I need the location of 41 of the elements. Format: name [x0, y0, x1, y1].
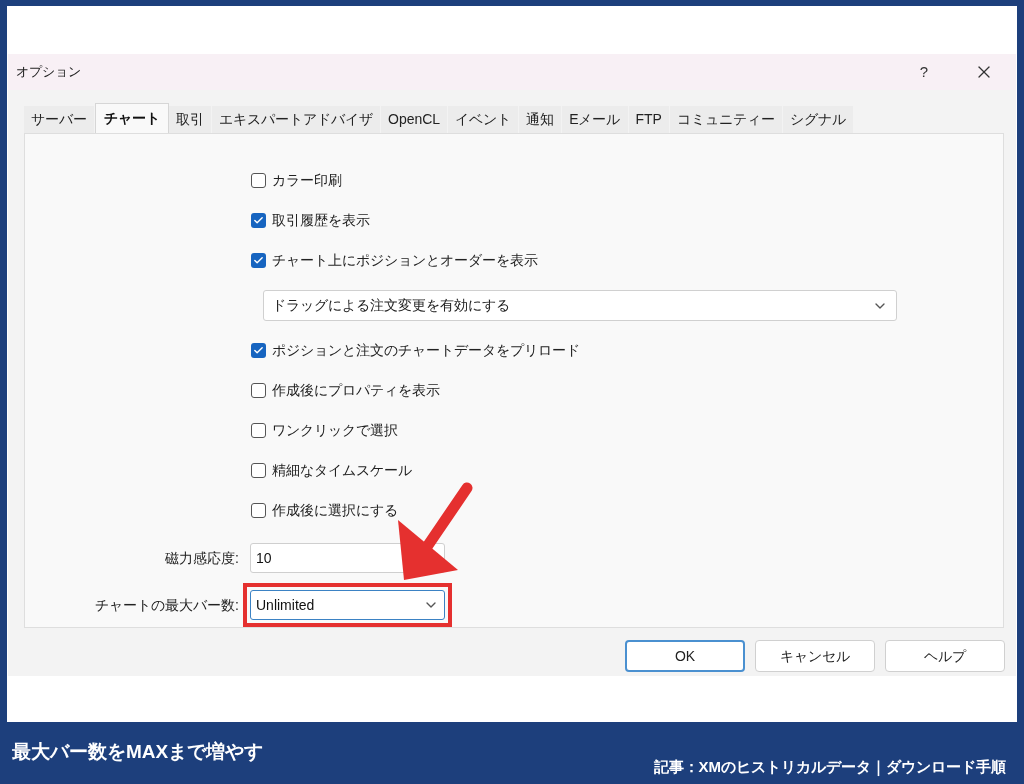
check-icon: [253, 215, 264, 226]
dialog-button[interactable]: キャンセル: [755, 640, 875, 672]
check-icon: [253, 255, 264, 266]
checkbox-label: チャート上にポジションとオーダーを表示: [272, 251, 538, 270]
checkbox-label: 作成後に選択にする: [272, 501, 398, 520]
checkbox-label: ワンクリックで選択: [272, 421, 398, 440]
tab[interactable]: 取引: [169, 106, 211, 133]
checkbox[interactable]: [251, 173, 266, 188]
field-label: チャートの最大バー数:: [94, 595, 239, 615]
tab[interactable]: サーバー: [24, 106, 94, 133]
tab[interactable]: FTP: [628, 106, 669, 133]
field-label: 磁力感応度:: [164, 548, 239, 568]
checkbox-label: カラー印刷: [272, 171, 342, 190]
checkbox-label: 作成後にプロパティを表示: [272, 381, 440, 400]
max-bars-select[interactable]: Unlimited: [250, 590, 445, 620]
checkbox[interactable]: [251, 383, 266, 398]
tab[interactable]: イベント: [448, 106, 519, 133]
checkbox[interactable]: [251, 463, 266, 478]
help-button[interactable]: ?: [904, 57, 944, 87]
article-source: 記事：XMのヒストリカルデータ｜ダウンロード手順: [653, 757, 1006, 778]
tab[interactable]: コミュニティー: [669, 106, 782, 133]
checkbox[interactable]: [251, 343, 266, 358]
checkbox[interactable]: [251, 253, 266, 268]
order-drag-dropdown[interactable]: ドラッグによる注文変更を有効にする: [263, 290, 897, 321]
checkbox-label: 精細なタイムスケール: [272, 461, 412, 480]
dialog-button[interactable]: OK: [625, 640, 745, 672]
tab[interactable]: 通知: [519, 106, 562, 133]
checkbox[interactable]: [251, 213, 266, 228]
checkbox-label: ポジションと注文のチャートデータをプリロード: [272, 341, 580, 360]
tab[interactable]: エキスパートアドバイザ: [212, 106, 380, 133]
tab[interactable]: チャート: [95, 103, 169, 133]
check-icon: [253, 345, 264, 356]
tab[interactable]: OpenCL: [381, 106, 448, 133]
checkbox[interactable]: [251, 503, 266, 518]
tab[interactable]: Eメール: [562, 106, 628, 133]
tab[interactable]: シグナル: [782, 106, 853, 133]
dialog-button[interactable]: ヘルプ: [885, 640, 1005, 672]
caption-title: 最大バー数をMAXまで増やす: [12, 740, 264, 764]
checkbox[interactable]: [251, 423, 266, 438]
checkbox-label: 取引履歴を表示: [272, 211, 370, 230]
window-title: オプション: [16, 63, 81, 82]
